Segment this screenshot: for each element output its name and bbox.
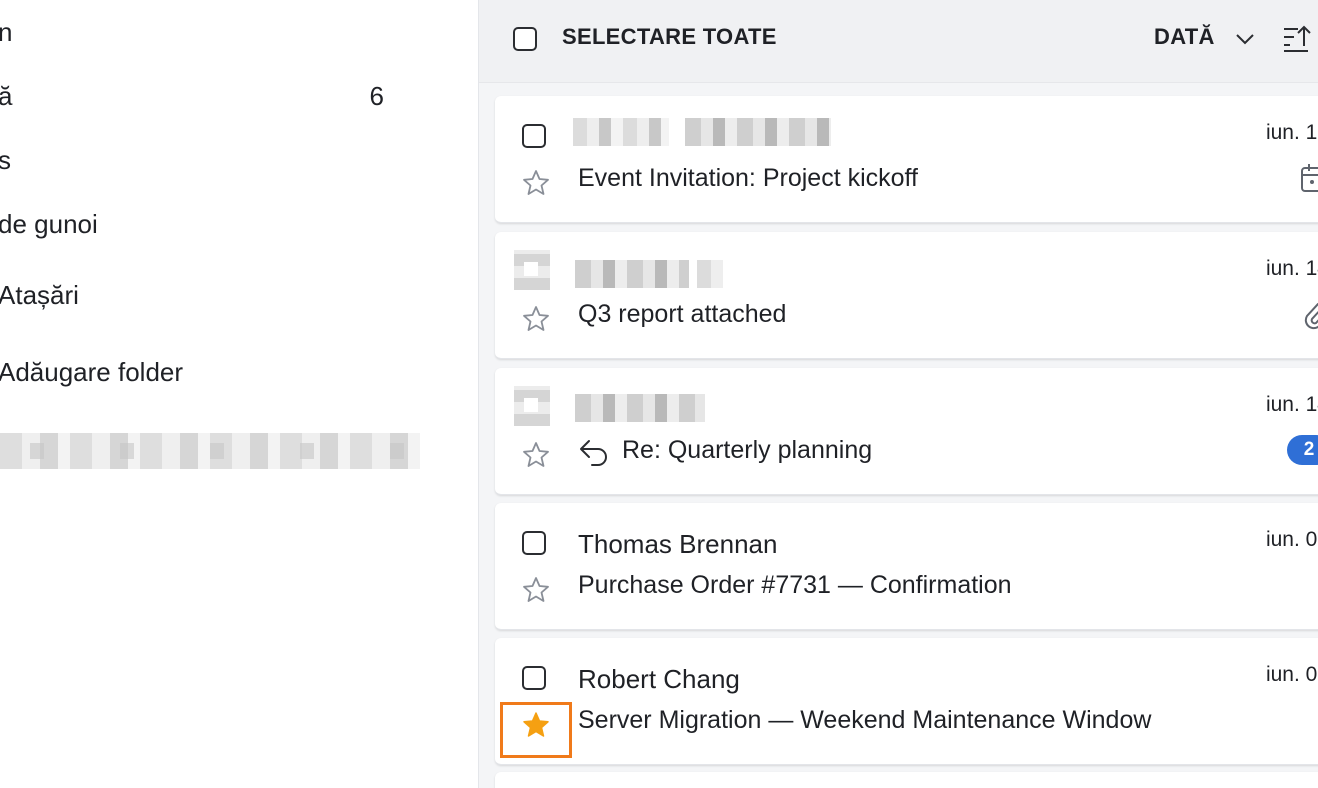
sidebar-item-label: ă — [0, 81, 12, 112]
star-filled-icon[interactable] — [521, 710, 551, 740]
redacted-sender — [575, 394, 705, 422]
email-row[interactable]: iun. 14 Q3 report attached — [495, 232, 1318, 359]
sidebar-item-label: s — [0, 145, 11, 176]
sidebar-item-label: de gunoi — [0, 208, 98, 239]
email-checkbox[interactable] — [522, 531, 546, 555]
paperclip-icon — [1304, 302, 1318, 330]
redacted-sender — [573, 118, 669, 146]
email-subject: Server Migration — Weekend Maintenance W… — [578, 706, 1152, 734]
redacted-sender — [575, 260, 689, 288]
email-date: iun. 14 — [1265, 393, 1318, 416]
email-checkbox[interactable] — [522, 124, 546, 148]
email-row[interactable] — [495, 772, 1318, 788]
email-row[interactable]: iun. 14 Re: Quarterly planning 2 — [495, 368, 1318, 495]
thread-count-badge: 2 — [1287, 435, 1318, 465]
email-date: iun. 15 — [1265, 121, 1318, 144]
sidebar-item-folder-2[interactable]: ă 6 — [0, 76, 440, 116]
email-row[interactable]: Robert Chang iun. 08 Server Migration — … — [495, 638, 1318, 765]
email-sender: Robert Chang — [578, 664, 740, 694]
email-row[interactable]: iun. 15 Event Invitation: Project kickof… — [495, 96, 1318, 223]
sidebar-item-label: n — [0, 17, 12, 48]
folder-sidebar: n ă 6 s de gunoi Atașări Adăugare folder — [0, 0, 479, 788]
select-all-label: SELECTARE TOATE — [562, 24, 777, 49]
email-subject: Purchase Order #7731 — Confirmation — [578, 571, 1012, 599]
email-row[interactable]: Thomas Brennan iun. 08 Purchase Order #7… — [495, 503, 1318, 630]
redacted-sender — [697, 260, 723, 288]
email-checkbox[interactable] — [522, 666, 546, 690]
sort-ascending-icon[interactable] — [1282, 24, 1316, 54]
reply-icon — [580, 440, 607, 466]
email-sender: Thomas Brennan — [578, 529, 778, 559]
star-icon[interactable] — [521, 440, 551, 470]
email-subject: Re: Quarterly planning — [622, 436, 873, 464]
star-icon[interactable] — [521, 575, 551, 605]
sidebar-item-folder-1[interactable]: n — [0, 12, 440, 52]
email-subject: Event Invitation: Project kickoff — [578, 164, 918, 192]
email-date: iun. 14 — [1265, 257, 1318, 280]
add-folder-label: Adăugare folder — [0, 356, 184, 387]
calendar-icon — [1301, 164, 1318, 192]
star-icon[interactable] — [521, 168, 551, 198]
email-date: iun. 08 — [1265, 528, 1318, 551]
redacted-sender — [685, 118, 831, 146]
message-list-pane: SELECTARE TOATE DATĂ iun. 15 Event Invit… — [479, 0, 1318, 788]
sort-field-label[interactable]: DATĂ — [1154, 24, 1215, 50]
add-folder-button[interactable]: Adăugare folder — [0, 352, 440, 392]
redacted-account-info — [0, 433, 420, 469]
unread-count: 6 — [369, 80, 384, 111]
redacted-avatar — [514, 386, 550, 426]
sidebar-item-trash[interactable]: de gunoi — [0, 204, 440, 244]
sidebar-item-label: Atașări — [0, 279, 79, 310]
sidebar-item-attachments[interactable]: Atașări — [0, 275, 440, 315]
sidebar-item-folder-3[interactable]: s — [0, 140, 440, 180]
list-toolbar: SELECTARE TOATE DATĂ — [479, 0, 1318, 83]
email-subject: Q3 report attached — [578, 300, 787, 328]
redacted-avatar — [514, 250, 550, 290]
email-date: iun. 08 — [1265, 663, 1318, 686]
chevron-down-icon[interactable] — [1234, 30, 1256, 48]
star-icon[interactable] — [521, 304, 551, 334]
select-all-checkbox[interactable] — [513, 27, 537, 51]
